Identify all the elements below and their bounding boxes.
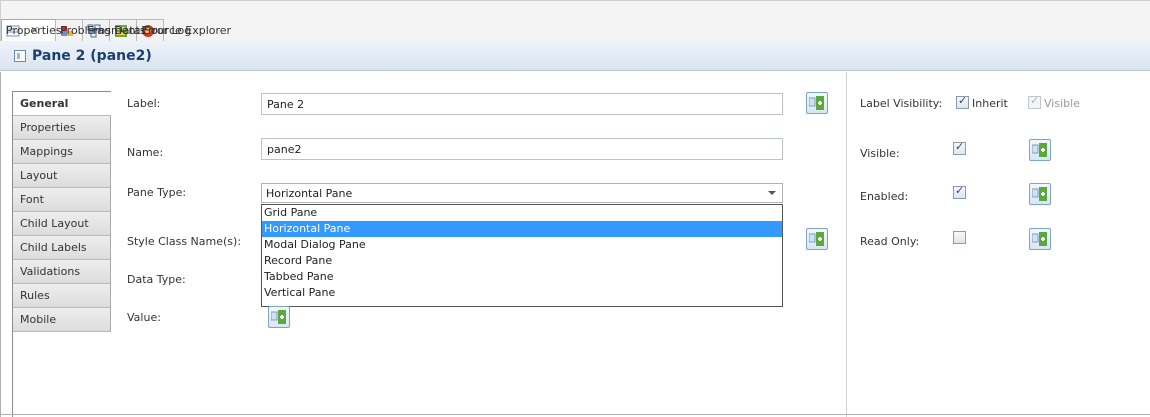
inherit-checkbox[interactable] <box>956 94 969 109</box>
label-input[interactable]: Pane 2 <box>261 93 783 115</box>
pane-type-select[interactable]: Horizontal Pane <box>261 183 783 203</box>
label-visibility-label: Label Visibility: <box>860 97 943 110</box>
category-font[interactable]: Font <box>13 188 111 212</box>
visible-label: Visible: <box>860 147 900 160</box>
name-field-label: Name: <box>127 146 164 159</box>
enabled-label: Enabled: <box>860 190 909 203</box>
category-mappings[interactable]: Mappings <box>13 140 111 164</box>
label-visible-checkbox[interactable] <box>1028 94 1041 109</box>
data-type-label: Data Type: <box>127 273 186 286</box>
add-icon <box>1032 187 1047 201</box>
category-child-labels[interactable]: Child Labels <box>13 236 111 260</box>
option-modal-dialog-pane[interactable]: Modal Dialog Pane <box>262 237 782 253</box>
left-border <box>0 72 1 417</box>
option-tabbed-pane[interactable]: Tabbed Pane <box>262 269 782 285</box>
name-input[interactable]: pane2 <box>261 138 783 160</box>
inherit-label: Inherit <box>972 97 1008 110</box>
category-layout[interactable]: Layout <box>13 164 111 188</box>
label-field-label: Label: <box>127 97 161 110</box>
label-visible-label: Visible <box>1044 97 1080 110</box>
category-validations[interactable]: Validations <box>13 260 111 284</box>
tab-problems[interactable]: Problems <box>55 19 111 41</box>
option-record-pane[interactable]: Record Pane <box>262 253 782 269</box>
pane-type-dropdown: Grid Pane Horizontal Pane Modal Dialog P… <box>261 204 783 307</box>
column-divider <box>846 72 847 417</box>
add-icon <box>1032 143 1047 157</box>
add-label-button[interactable] <box>806 92 828 114</box>
category-list: General Properties Mappings Layout Font … <box>12 91 111 417</box>
category-child-layout[interactable]: Child Layout <box>13 212 111 236</box>
option-vertical-pane[interactable]: Vertical Pane <box>262 285 782 301</box>
add-read-only-button[interactable] <box>1029 228 1051 250</box>
read-only-label: Read Only: <box>860 235 920 248</box>
add-style-class-button[interactable] <box>806 228 828 250</box>
chevron-down-icon[interactable] <box>768 191 776 195</box>
visible-checkbox[interactable] <box>953 140 966 155</box>
add-icon <box>809 232 824 246</box>
add-visible-button[interactable] <box>1029 139 1051 161</box>
category-properties[interactable]: Properties <box>13 116 111 140</box>
category-mobile[interactable]: Mobile <box>13 308 111 332</box>
add-icon <box>1032 232 1047 246</box>
tab-properties[interactable]: Properties ✕ <box>1 19 62 41</box>
tab-error-log[interactable]: Error Log <box>136 19 191 41</box>
category-rules[interactable]: Rules <box>13 284 111 308</box>
add-enabled-button[interactable] <box>1029 183 1051 205</box>
page-title: Pane 2 (pane2) <box>32 47 152 64</box>
properties-header: Pane 2 (pane2) <box>0 41 1150 71</box>
view-tab-strip: Properties ✕ Problems Fragments Data Sou… <box>0 0 1150 44</box>
value-label: Value: <box>127 311 161 324</box>
tab-error-log-label: Error Log <box>141 24 192 37</box>
option-horizontal-pane[interactable]: Horizontal Pane <box>262 221 782 237</box>
read-only-checkbox[interactable] <box>953 231 966 244</box>
pane-icon <box>14 49 26 62</box>
add-value-button[interactable] <box>268 306 290 328</box>
tab-properties-label: Properties <box>6 24 62 37</box>
pane-type-label: Pane Type: <box>127 186 187 199</box>
tab-fragments[interactable]: Fragments <box>82 19 146 41</box>
pane-type-value: Horizontal Pane <box>266 186 353 200</box>
add-icon <box>271 310 286 324</box>
tab-data-source-explorer[interactable]: Data Source Explorer <box>109 19 231 41</box>
style-class-label: Style Class Name(s): <box>127 235 242 248</box>
add-icon <box>809 96 824 110</box>
bottom-border <box>0 414 1150 415</box>
enabled-checkbox[interactable] <box>953 184 966 199</box>
option-grid-pane[interactable]: Grid Pane <box>262 205 782 221</box>
category-general[interactable]: General <box>13 92 111 116</box>
